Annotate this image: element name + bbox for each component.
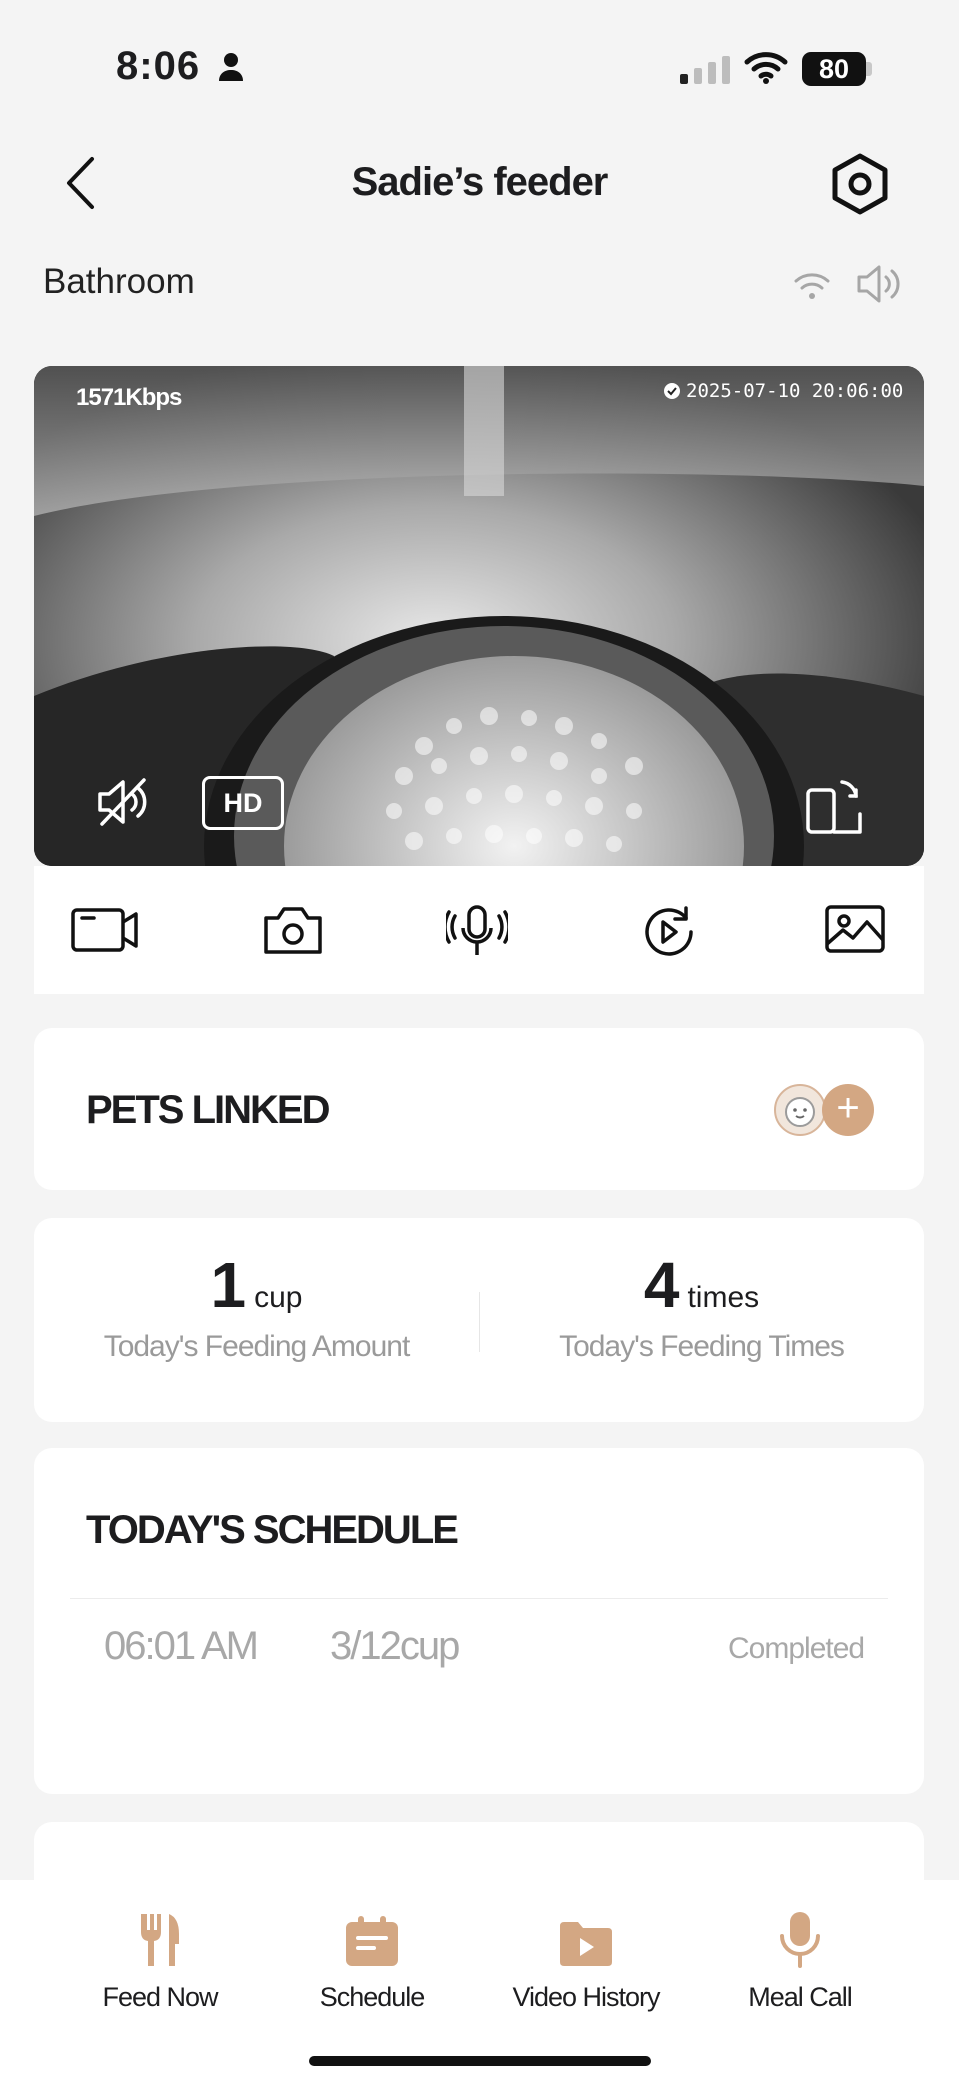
- replay-icon[interactable]: [640, 904, 696, 965]
- schedule-divider: [70, 1598, 888, 1599]
- add-pet-button[interactable]: +: [822, 1084, 874, 1136]
- nav-feed-now[interactable]: Feed Now: [60, 1906, 260, 2013]
- nav-schedule[interactable]: Schedule: [272, 1906, 472, 2013]
- calendar-icon: [272, 1906, 472, 1968]
- pets-linked-title: PETS LINKED: [86, 1088, 330, 1132]
- status-time: 8:06: [116, 44, 201, 88]
- feeding-amount-unit: cup: [254, 1281, 303, 1314]
- camera-feed[interactable]: 1571Kbps 2025-07-10 20:06:00 HD: [34, 366, 924, 866]
- gallery-icon[interactable]: [824, 904, 886, 959]
- schedule-item-amount: 3/12cup: [330, 1624, 460, 1668]
- settings-icon[interactable]: [830, 152, 890, 221]
- home-indicator: [309, 2056, 651, 2066]
- feeding-amount-stat: 1 cup Today's Feeding Amount: [34, 1248, 479, 1364]
- feeding-times-label: Today's Feeding Times: [559, 1330, 845, 1363]
- nav-feed-now-label: Feed Now: [102, 1982, 218, 2012]
- rotate-screen-icon[interactable]: [804, 776, 868, 841]
- hd-toggle-button[interactable]: HD: [202, 776, 284, 830]
- microphone-icon: [700, 1906, 900, 1968]
- feeding-amount-value: 1: [210, 1249, 247, 1321]
- mute-icon[interactable]: [94, 774, 154, 835]
- timestamp-text: 2025-07-10 20:06:00: [686, 380, 904, 402]
- record-video-icon[interactable]: [70, 904, 140, 959]
- snapshot-camera-icon[interactable]: [262, 904, 324, 961]
- camera-scene: [34, 366, 924, 866]
- device-wifi-icon: [792, 268, 832, 307]
- device-location: Bathroom: [43, 262, 195, 301]
- fork-knife-icon: [60, 1906, 260, 1968]
- battery-cap: [866, 62, 872, 76]
- microphone-talk-icon[interactable]: [443, 904, 511, 963]
- pets-linked-card: PETS LINKED +: [34, 1028, 924, 1190]
- page-title: Sadie’s feeder: [351, 160, 609, 204]
- person-icon: [218, 52, 244, 87]
- feeding-amount-label: Today's Feeding Amount: [103, 1330, 411, 1363]
- cellular-signal-icon: [680, 56, 730, 84]
- nav-video-history-label: Video History: [512, 1982, 660, 2012]
- video-play-icon: [486, 1906, 686, 1968]
- nav-meal-call[interactable]: Meal Call: [700, 1906, 900, 2013]
- feeding-times-value: 4: [643, 1249, 680, 1321]
- wifi-status-icon: [744, 50, 788, 89]
- bottom-nav: Feed Now Schedule Video History Meal Cal…: [0, 1880, 959, 2084]
- feeding-times-unit: times: [687, 1281, 760, 1314]
- pet-avatar[interactable]: [774, 1084, 826, 1136]
- schedule-card: TODAY'S SCHEDULE 06:01 AM 3/12cup Comple…: [34, 1448, 924, 1794]
- feeding-stats-card: 1 cup Today's Feeding Amount 4 times Today…: [34, 1218, 924, 1422]
- pet-face-icon: [785, 1097, 815, 1127]
- battery-indicator: 80: [802, 52, 866, 86]
- feeding-times-stat: 4 times Today's Feeding Times: [479, 1248, 924, 1364]
- bitrate-label: 1571Kbps: [76, 384, 182, 411]
- recording-icon: [664, 383, 680, 399]
- camera-timestamp: 2025-07-10 20:06:00: [662, 380, 903, 402]
- schedule-item-time: 06:01 AM: [104, 1624, 259, 1668]
- camera-toolbar: [34, 866, 924, 994]
- nav-meal-call-label: Meal Call: [748, 1982, 853, 2012]
- schedule-item-status: Completed: [728, 1632, 865, 1665]
- nav-video-history[interactable]: Video History: [486, 1906, 686, 2013]
- schedule-title: TODAY'S SCHEDULE: [86, 1508, 459, 1552]
- nav-schedule-label: Schedule: [319, 1982, 426, 2012]
- speaker-icon[interactable]: [856, 264, 902, 309]
